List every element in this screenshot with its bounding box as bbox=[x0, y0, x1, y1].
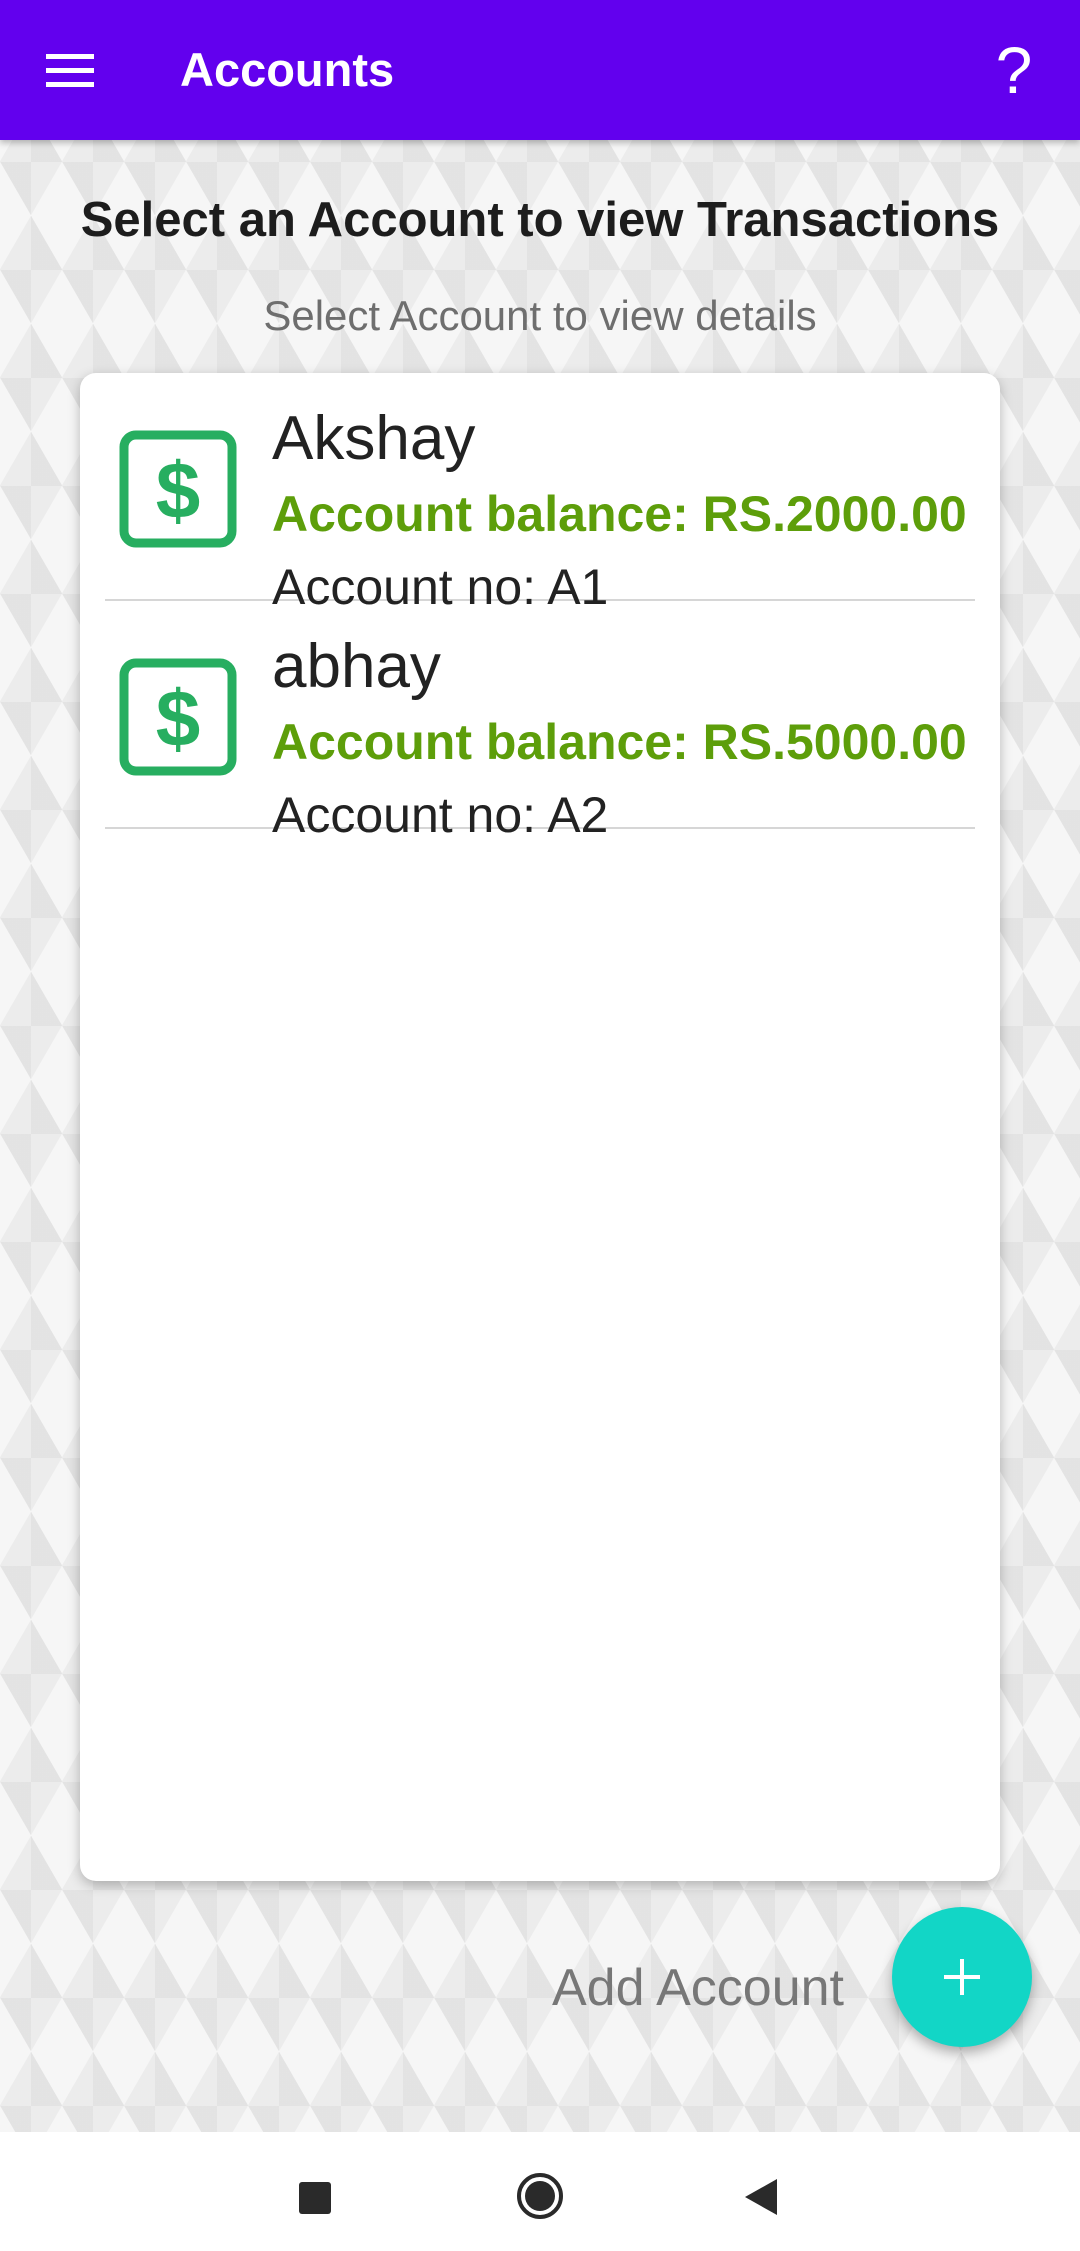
question-mark-icon[interactable]: ? bbox=[984, 30, 1044, 110]
account-list-item[interactable]: $ abhay Account balance: RS.5000.00 Acco… bbox=[105, 601, 975, 843]
account-balance: Account balance: RS.5000.00 bbox=[272, 714, 967, 770]
add-account-label[interactable]: Add Account bbox=[552, 1958, 844, 2018]
dollar-icon: $ bbox=[119, 430, 237, 548]
section-subheading: Select Account to view details bbox=[263, 292, 817, 339]
dollar-icon: $ bbox=[119, 658, 237, 776]
system-navigation-bar bbox=[0, 2132, 1080, 2251]
add-account-button[interactable] bbox=[892, 1907, 1032, 2047]
account-name: abhay bbox=[272, 632, 441, 701]
svg-text:$: $ bbox=[156, 446, 201, 535]
account-list-item[interactable]: $ Akshay Account balance: RS.2000.00 Acc… bbox=[105, 373, 975, 615]
account-name: Akshay bbox=[272, 404, 476, 473]
page-title: Accounts bbox=[180, 43, 395, 96]
section-heading: Select an Account to view Transactions bbox=[80, 193, 1000, 247]
circle-home-icon[interactable] bbox=[516, 2172, 564, 2220]
square-recents-icon[interactable] bbox=[299, 2182, 331, 2214]
account-balance: Account balance: RS.2000.00 bbox=[272, 486, 967, 542]
accounts-list-card: $ Akshay Account balance: RS.2000.00 Acc… bbox=[80, 373, 1000, 1881]
hamburger-menu-icon[interactable] bbox=[38, 40, 104, 100]
app-bar: Accounts ? bbox=[0, 0, 1080, 140]
triangle-back-icon[interactable] bbox=[743, 2177, 779, 2217]
plus-icon bbox=[944, 1959, 980, 1995]
svg-text:$: $ bbox=[156, 674, 201, 763]
account-number: Account no: A2 bbox=[272, 787, 609, 843]
